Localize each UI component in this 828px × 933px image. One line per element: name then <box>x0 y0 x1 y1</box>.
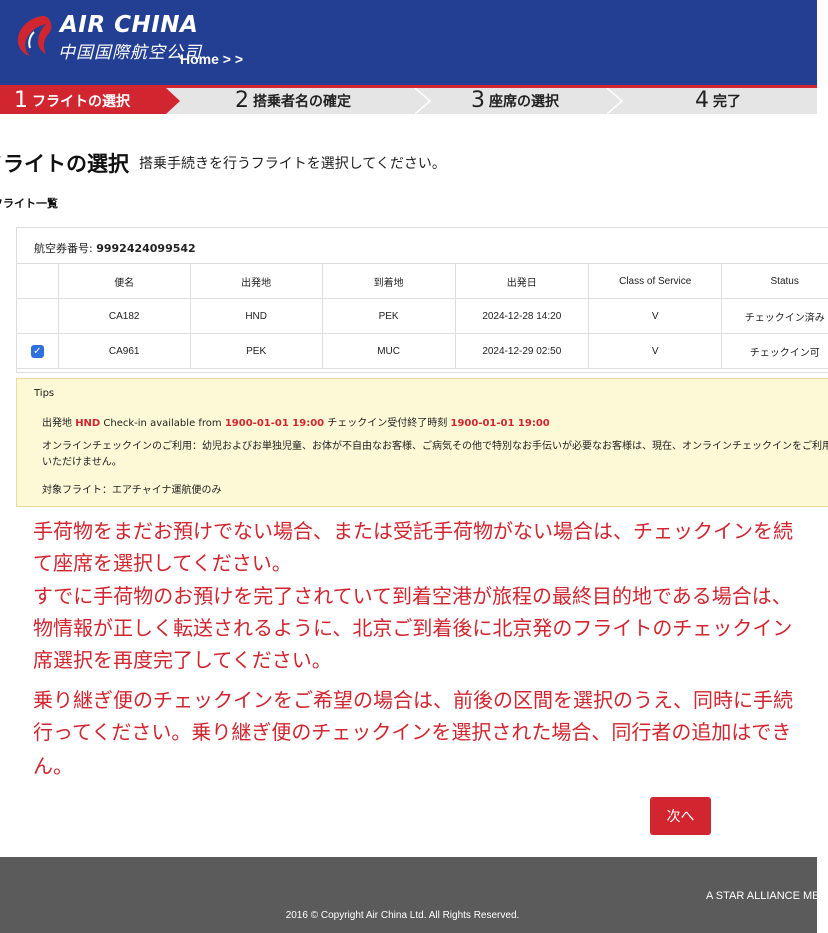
step-1-number: 1 <box>14 88 28 113</box>
origin: HND <box>189 298 323 334</box>
tips-checkin-window: 出発地 HND Check-in available from 1900-01-… <box>42 414 550 429</box>
tips-open-time: 1900-01-01 19:00 <box>224 418 325 429</box>
col-departure-date: 出発日 <box>454 263 590 299</box>
origin: PEK <box>189 333 323 369</box>
step-4-label: 完了 <box>713 94 741 110</box>
flight-number: CA961 <box>57 333 191 369</box>
progress-steps: 1 フライトの選択 2 搭乗者名の確定 3 座席の選択 4 完了 <box>0 88 817 114</box>
page-subtitle: 搭乗手続きを行うフライトを選択してください。 <box>139 156 446 172</box>
copyright-text: 2016 © Copyright Air China Ltd. All Righ… <box>285 910 520 921</box>
class-of-service: V <box>588 333 723 369</box>
flight-list-panel: 航空券番号: 9992424099542 便名 出発地 到着地 出発日 Clas… <box>16 227 828 373</box>
notice-line: 席選択を再度完了してください。 <box>33 648 332 672</box>
status: チェックイン済み <box>721 298 828 334</box>
step-4-number: 4 <box>695 88 709 113</box>
flight-list-label: フライト一覧 <box>0 197 58 210</box>
notice-line: 手荷物をまだお預けでない場合、または受託手荷物がない場合は、チェックインを続 <box>33 519 793 543</box>
row-select-cell[interactable]: ✓ <box>17 333 59 369</box>
brand-name-en: AIR CHINA <box>60 12 199 38</box>
star-alliance-label[interactable]: A STAR ALLIANCE ME <box>706 890 820 902</box>
step-3: 3 座席の選択 <box>471 88 559 114</box>
departure-date: 2024-12-29 02:50 <box>454 333 590 369</box>
flight-number: CA182 <box>57 298 191 334</box>
step-2-number: 2 <box>235 88 249 113</box>
ticket-number: 航空券番号: 9992424099542 <box>34 240 196 256</box>
site-footer: A STAR ALLIANCE ME 2016 © Copyright Air … <box>0 857 820 933</box>
step-3-number: 3 <box>471 88 485 113</box>
page-title: フライトの選択 <box>0 152 129 176</box>
flight-select-checkbox[interactable]: ✓ <box>30 344 44 358</box>
step-4: 4 完了 <box>695 88 741 114</box>
step-2: 2 搭乗者名の確定 <box>235 88 351 114</box>
table-row[interactable]: ✓ CA961 PEK MUC 2024-12-29 02:50 V チェックイ… <box>17 333 828 369</box>
step-1: 1 フライトの選択 <box>14 88 130 114</box>
tips-line1-mid: Check-in available from <box>100 418 225 429</box>
col-class: Class of Service <box>588 263 723 299</box>
breadcrumb[interactable]: Home > > <box>180 51 243 67</box>
flight-table: 便名 出発地 到着地 出発日 Class of Service Status C… <box>17 263 828 369</box>
notice-line: 行ってください。乗り継ぎ便のチェックインを選択された場合、同行者の追加はでき <box>33 720 792 744</box>
table-row[interactable]: CA182 HND PEK 2024-12-28 14:20 V チェックイン済… <box>17 298 828 334</box>
table-header-row: 便名 出発地 到着地 出発日 Class of Service Status <box>17 263 828 299</box>
tips-close-time: 1900-01-01 19:00 <box>450 418 550 429</box>
col-select <box>17 263 59 299</box>
air-china-logo-icon[interactable] <box>12 12 54 60</box>
col-status: Status <box>721 263 828 299</box>
notice-line: 乗り継ぎ便のチェックインをご希望の場合は、前後の区間を選択のうえ、同時に手続 <box>33 688 793 712</box>
step-2-label: 搭乗者名の確定 <box>253 94 351 110</box>
notice-line: ん。 <box>33 754 73 778</box>
notice-line: すでに手荷物のお預けを完了されていて到着空港が旅程の最終目的地である場合は、 <box>33 584 792 608</box>
tips-line1-prefix: 出発地 <box>42 418 76 429</box>
row-select-cell[interactable] <box>17 298 59 334</box>
class-of-service: V <box>588 298 723 334</box>
destination: MUC <box>321 333 456 369</box>
step-1-label: フライトの選択 <box>32 94 130 110</box>
tips-airport: HND <box>75 418 101 429</box>
tips-panel: Tips 出発地 HND Check-in available from 190… <box>16 378 828 507</box>
col-destination: 到着地 <box>321 263 456 299</box>
next-button[interactable]: 次へ <box>650 797 711 835</box>
col-flight: 便名 <box>57 263 191 299</box>
notice-line: 物情報が正しく転送されるように、北京ご到着後に北京発のフライトのチェックイン <box>33 616 793 640</box>
departure-date: 2024-12-28 14:20 <box>454 298 590 334</box>
tips-restrictions: オンラインチェックインのご利用：幼児およびお単独児童、お体が不自由なお客様、ご病… <box>42 441 828 468</box>
tips-line1-mid2: チェックイン受付終了時刻 <box>324 418 451 429</box>
tips-eligible-flights: 対象フライト：エアチャイナ運航便のみ <box>42 485 222 496</box>
ticket-number-value: 9992424099542 <box>96 242 196 255</box>
step-3-label: 座席の選択 <box>489 94 559 110</box>
ticket-number-label: 航空券番号: <box>34 242 97 255</box>
status: チェックイン可 <box>721 333 828 369</box>
destination: PEK <box>321 298 456 334</box>
col-origin: 出発地 <box>189 263 323 299</box>
site-header: AIR CHINA 中国国際航空公司 Home > > <box>0 0 817 85</box>
notice-line: て座席を選択してください。 <box>33 551 292 575</box>
tips-title: Tips <box>34 388 55 399</box>
